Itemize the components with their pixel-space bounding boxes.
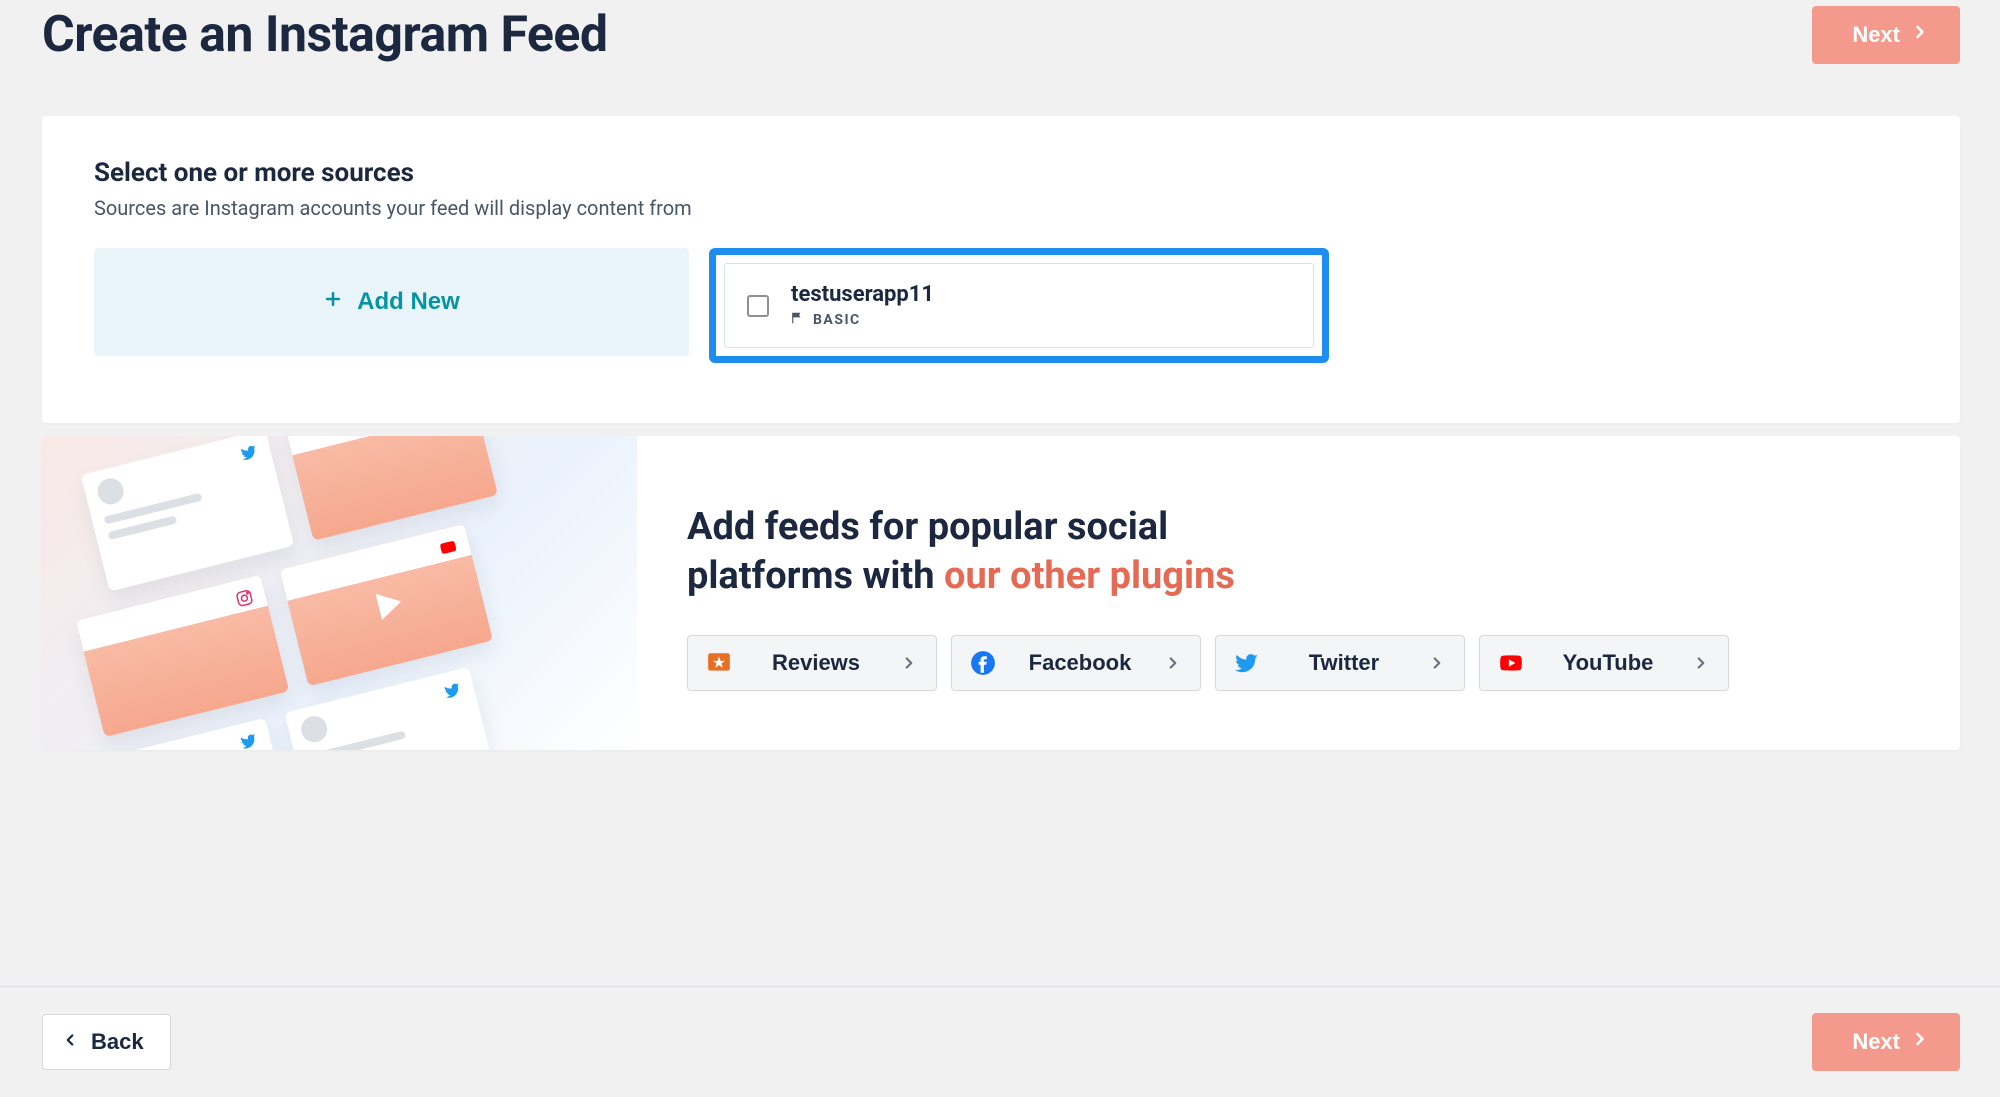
promo-illustration — [42, 436, 637, 750]
plugin-chip-facebook[interactable]: Facebook — [951, 635, 1201, 691]
twitter-icon — [238, 442, 260, 464]
back-button-label: Back — [91, 1029, 144, 1055]
promo-title-accent: our other plugins — [944, 554, 1235, 598]
footer-bar: Back Next — [0, 986, 2000, 1097]
source-item[interactable]: testuserapp11 BASIC — [724, 263, 1314, 348]
source-item-highlight: testuserapp11 BASIC — [709, 248, 1329, 363]
sources-card: Select one or more sources Sources are I… — [42, 116, 1960, 423]
source-tier-label: BASIC — [813, 312, 861, 328]
facebook-icon — [970, 650, 996, 676]
promo-title: Add feeds for popular social platforms w… — [687, 503, 1287, 602]
chevron-right-icon — [1910, 22, 1930, 48]
chevron-right-icon — [900, 654, 918, 672]
plugin-chip-reviews[interactable]: Reviews — [687, 635, 937, 691]
sources-subtitle: Sources are Instagram accounts your feed… — [94, 196, 1908, 220]
chevron-right-icon — [1164, 654, 1182, 672]
plugin-chip-label: Reviews — [748, 650, 884, 676]
next-button-bottom[interactable]: Next — [1812, 1013, 1960, 1071]
next-button-top[interactable]: Next — [1812, 6, 1960, 64]
back-button[interactable]: Back — [42, 1014, 171, 1070]
plugin-chip-twitter[interactable]: Twitter — [1215, 635, 1465, 691]
plugin-chip-label: YouTube — [1540, 650, 1676, 676]
twitter-icon — [442, 680, 464, 702]
plugins-promo-card: Add feeds for popular social platforms w… — [42, 436, 1960, 750]
plugin-chip-label: Facebook — [1012, 650, 1148, 676]
next-button-bottom-label: Next — [1852, 1029, 1900, 1055]
flag-icon — [791, 311, 805, 329]
chevron-right-icon — [1692, 654, 1710, 672]
add-new-label: Add New — [357, 288, 460, 316]
next-button-top-label: Next — [1852, 22, 1900, 48]
sources-title: Select one or more sources — [94, 158, 1908, 188]
reviews-icon — [706, 650, 732, 676]
source-checkbox[interactable] — [747, 295, 769, 317]
chevron-right-icon — [1428, 654, 1446, 672]
twitter-icon — [238, 730, 260, 750]
chevron-right-icon — [1910, 1029, 1930, 1055]
plugin-chip-youtube[interactable]: YouTube — [1479, 635, 1729, 691]
twitter-icon — [1234, 650, 1260, 676]
chevron-left-icon — [61, 1029, 79, 1055]
youtube-icon — [1498, 650, 1524, 676]
page-title: Create an Instagram Feed — [42, 6, 608, 64]
plus-icon — [323, 288, 343, 316]
add-new-source-button[interactable]: Add New — [94, 248, 689, 356]
source-name: testuserapp11 — [791, 282, 934, 307]
plugin-chip-label: Twitter — [1276, 650, 1412, 676]
source-tier: BASIC — [791, 311, 934, 329]
